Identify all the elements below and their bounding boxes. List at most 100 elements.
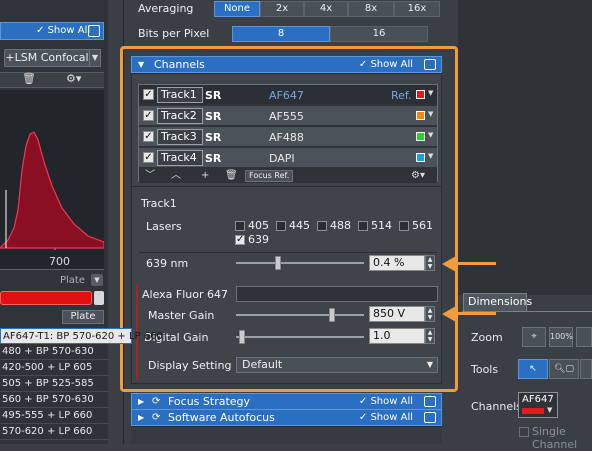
track-dye[interactable]: DAPI (269, 152, 295, 165)
digital-gain-input[interactable]: 1.0 (369, 328, 425, 344)
laser-checkbox[interactable] (399, 221, 409, 231)
track-name[interactable]: Track4 (157, 150, 203, 166)
spin-button[interactable]: ▲ ▼ (425, 328, 435, 344)
laser-power-slider[interactable] (236, 262, 364, 264)
zoom-button[interactable] (576, 327, 592, 347)
zoom-100-button[interactable]: 100% (549, 327, 573, 347)
expand-triangle-icon[interactable]: ▶ (138, 394, 144, 409)
track-enable-checkbox[interactable]: ✓ (143, 89, 154, 100)
master-gain-slider[interactable] (236, 314, 364, 316)
track-color-swatch[interactable] (416, 90, 425, 99)
filter-item[interactable]: 560 + BP 570-630 (0, 392, 108, 408)
bits-16[interactable]: 16 (330, 26, 428, 42)
show-all-toggle[interactable]: ✓ Show All (359, 57, 413, 72)
track-name[interactable]: Track2 (157, 108, 203, 124)
popout-icon[interactable] (88, 25, 100, 37)
track-row[interactable]: ✓ Track2 SR AF555 ▼ (139, 106, 437, 126)
laser-checkbox[interactable] (317, 221, 327, 231)
filter-item[interactable]: 420-500 + LP 605 (0, 360, 108, 376)
laser-checkbox[interactable] (358, 221, 368, 231)
slider-handle[interactable] (329, 308, 335, 322)
gear-icon[interactable]: ⚙▾ (411, 169, 425, 182)
left-show-all-toggle[interactable]: ✓ Show All (36, 25, 90, 36)
track-name[interactable]: Track3 (157, 129, 203, 145)
averaging-8x[interactable]: 8x (348, 1, 394, 17)
trash-icon[interactable]: 🗑 (225, 169, 238, 182)
refresh-icon: ⟳ (152, 396, 161, 407)
filter-item[interactable]: 570-620 + LP 660 (0, 424, 108, 440)
bits-8[interactable]: 8 (232, 26, 330, 42)
single-channel-checkbox[interactable] (519, 427, 529, 437)
expand-triangle-icon[interactable]: ▼ (138, 57, 144, 72)
track-dye[interactable]: AF555 (269, 110, 304, 123)
popout-icon[interactable] (424, 412, 436, 423)
track-row[interactable]: ✓ Track4 SR DAPI ▼ (139, 148, 437, 168)
digital-gain-slider[interactable] (236, 336, 364, 338)
slider-handle[interactable] (275, 256, 282, 270)
track-color-swatch[interactable] (416, 153, 425, 162)
slider-handle[interactable] (239, 330, 246, 344)
popout-icon[interactable] (424, 59, 436, 70)
expand-triangle-icon[interactable]: ▶ (138, 410, 144, 425)
tools-label: Tools (471, 363, 499, 376)
next-section (131, 426, 442, 444)
chevron-down-icon[interactable]: ▼ (428, 152, 433, 160)
track-dye[interactable]: AF488 (269, 131, 304, 144)
dimensions-tab[interactable]: Dimensions (463, 293, 532, 311)
pointer-tool-icon[interactable]: ↖ (518, 359, 548, 379)
filter-item[interactable]: AF647-T1: BP 570-620 + LP 660 (0, 328, 163, 344)
track-row[interactable]: ✓ Track3 SR AF488 ▼ (139, 127, 437, 147)
gear-icon[interactable]: ⚙▾ (66, 72, 81, 85)
color-bar-handle[interactable] (94, 291, 104, 305)
expand-icon[interactable]: ︿ (171, 169, 181, 182)
channel-chip[interactable]: AF647 ▼ (518, 392, 558, 418)
chevron-down-icon[interactable]: ▼ (428, 89, 433, 97)
chevron-down-icon[interactable]: ▼ (89, 49, 101, 67)
collapse-icon[interactable]: ﹀ (145, 169, 155, 182)
software-autofocus-header[interactable]: ▶ ⟳ Software Autofocus ✓ Show All (131, 409, 442, 426)
show-all-toggle[interactable]: ✓ Show All (359, 410, 413, 425)
focus-strategy-header[interactable]: ▶ ⟳ Focus Strategy ✓ Show All (131, 393, 442, 410)
track-color-swatch[interactable] (416, 132, 425, 141)
laser-checkbox[interactable]: ✓ (235, 235, 245, 245)
focus-ref-button[interactable]: Focus Ref. (245, 170, 294, 182)
add-icon[interactable]: + (201, 169, 209, 182)
laser-checkbox[interactable] (276, 221, 286, 231)
filter-item[interactable]: 495-555 + LP 660 (0, 408, 108, 424)
chevron-down-icon[interactable]: ▼ (428, 131, 433, 139)
channel-color-bar[interactable] (0, 291, 92, 305)
track-enable-checkbox[interactable]: ✓ (143, 131, 154, 142)
popout-icon[interactable] (424, 396, 436, 407)
plate-button[interactable]: Plate (62, 310, 104, 324)
track-dye[interactable]: AF647 (269, 89, 304, 102)
laser-checkbox[interactable] (235, 221, 245, 231)
averaging-4x[interactable]: 4x (304, 1, 348, 17)
track-enable-checkbox[interactable]: ✓ (143, 110, 154, 121)
averaging-2x[interactable]: 2x (260, 1, 304, 17)
chevron-down-icon[interactable]: ▼ (428, 110, 433, 118)
dye-name-field[interactable] (236, 286, 438, 302)
track-detail-title: Track1 (141, 197, 177, 210)
track-row[interactable]: ✓ Track1 SR AF647 Ref. ▼ (139, 85, 437, 105)
show-all-label: Show All (47, 25, 91, 36)
spin-button[interactable]: ▲ ▼ (425, 306, 435, 322)
channels-header[interactable]: ▼ Channels ✓ Show All (131, 56, 442, 73)
show-all-toggle[interactable]: ✓ Show All (359, 394, 413, 409)
zoom-tool-icon[interactable]: 🔍︎▢ (549, 359, 579, 379)
spin-button[interactable]: ▲ ▼ (425, 255, 435, 271)
master-gain-input[interactable]: 850 V (369, 306, 425, 322)
tool-button[interactable] (580, 359, 592, 379)
laser-power-input[interactable]: 0.4 % (369, 255, 425, 271)
trash-icon[interactable]: 🗑 (22, 72, 36, 85)
averaging-none[interactable]: None (214, 1, 260, 17)
zoom-fit-icon[interactable]: ⌖ (522, 327, 546, 347)
track-color-swatch[interactable] (416, 111, 425, 120)
track-enable-checkbox[interactable]: ✓ (143, 152, 154, 163)
track-name[interactable]: Track1 (157, 87, 203, 103)
averaging-16x[interactable]: 16x (394, 1, 440, 17)
display-setting-dropdown[interactable]: Default ▼ (236, 357, 438, 373)
filter-item[interactable]: 480 + BP 570-630 (0, 344, 108, 360)
chevron-down-icon[interactable]: ▼ (91, 274, 103, 286)
objective-button[interactable]: +LSM Confocal (4, 49, 90, 67)
filter-item[interactable]: 505 + BP 525-585 (0, 376, 108, 392)
